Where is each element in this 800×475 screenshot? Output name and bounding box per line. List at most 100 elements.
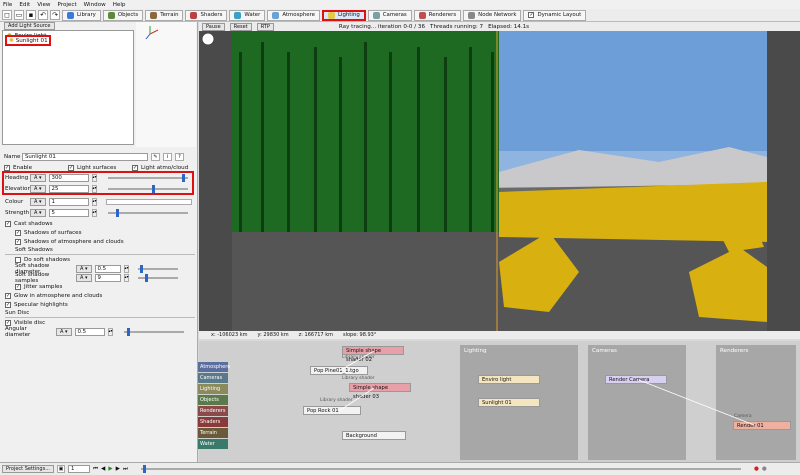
strength-slider-knob[interactable] <box>115 208 119 217</box>
dynamic-layout-checkbox[interactable]: ✓ <box>528 12 535 18</box>
angular-spin[interactable]: ▴▾ <box>107 327 113 336</box>
info-icon[interactable]: i <box>163 152 172 161</box>
colour-field[interactable]: 1 <box>48 197 89 206</box>
new-icon[interactable]: ◻ <box>2 10 12 20</box>
properties: Name Sunlight 01 ✎ i ? ✓ Enable ✓ Light su… <box>4 152 196 172</box>
menu-edit[interactable]: Edit <box>19 2 30 8</box>
light-surfaces-checkbox[interactable]: ✓ <box>68 164 74 171</box>
strength-slider[interactable] <box>107 208 188 217</box>
angular-slider[interactable] <box>123 327 184 336</box>
heading-row: Heading A ▾ 300 ▴▾ <box>5 173 191 182</box>
add-light-source-button[interactable]: Add Light Source <box>4 22 55 30</box>
heading-slider[interactable] <box>107 173 188 182</box>
name-field[interactable]: Sunlight 01 <box>22 152 148 161</box>
soft-diameter-slider[interactable] <box>137 264 178 273</box>
save-icon[interactable]: ▪ <box>26 10 36 20</box>
prev-frame-icon[interactable]: ◀ <box>101 466 105 472</box>
error-icon[interactable]: ● <box>754 466 759 472</box>
strength-mode-button[interactable]: A ▾ <box>30 208 46 217</box>
cameras-icon <box>372 11 380 19</box>
tab-cameras[interactable]: Cameras <box>367 9 412 21</box>
tab-node-network[interactable]: Node Network <box>463 9 522 21</box>
coord-x: x: -106023 km <box>211 332 248 338</box>
name-label: Name <box>4 153 21 160</box>
soft-diameter-spin[interactable]: ▴▾ <box>123 264 129 273</box>
elevation-mode-button[interactable]: A ▾ <box>30 184 46 193</box>
menu-file[interactable]: File <box>3 2 12 8</box>
light-atmo-checkbox[interactable]: ✓ <box>132 164 138 171</box>
timeline-knob[interactable] <box>143 465 147 473</box>
specular-checkbox[interactable]: ✓ <box>5 301 11 308</box>
sun-disc-heading: Sun Disc <box>5 309 195 318</box>
elevation-slider[interactable] <box>107 184 188 193</box>
heading-slider-knob[interactable] <box>181 173 185 182</box>
help-icon[interactable]: ? <box>175 152 184 161</box>
heading-mode-button[interactable]: A ▾ <box>30 173 46 182</box>
render-status: Ray tracing... iteration 0-0 / 36 <box>338 23 426 30</box>
pause-button[interactable]: Pause <box>202 22 225 31</box>
soft-samples-slider[interactable] <box>137 273 178 282</box>
heading-spin[interactable]: ▴▾ <box>91 173 97 182</box>
soft-samples-spin[interactable]: ▴▾ <box>123 273 129 282</box>
warning-icon[interactable]: ● <box>762 466 767 472</box>
glow-checkbox[interactable]: ✓ <box>5 292 11 299</box>
tab-renderers[interactable]: Renderers <box>413 9 462 21</box>
elevation-spin[interactable]: ▴▾ <box>91 184 97 193</box>
shadows-surfaces-checkbox[interactable]: ✓ <box>15 229 21 236</box>
edit-icon[interactable]: ✎ <box>151 152 160 161</box>
dynamic-layout-toggle[interactable]: ✓ Dynamic Layout <box>523 9 587 21</box>
tab-library[interactable]: Library <box>62 9 101 21</box>
soft-diameter-field[interactable]: 0.5 <box>94 264 121 273</box>
colour-swatch[interactable] <box>105 198 192 205</box>
menu-help[interactable]: Help <box>113 2 126 8</box>
sun-icon: ✺ <box>9 37 14 44</box>
frame-field[interactable]: 1 <box>67 465 90 473</box>
tree-item-sunlight-01[interactable]: ✺ Sunlight 01 <box>5 35 51 46</box>
tab-terrain[interactable]: Terrain <box>145 9 184 21</box>
menu-project[interactable]: Project <box>58 2 77 8</box>
strength-field[interactable]: 5 <box>48 208 89 217</box>
project-settings-button[interactable]: Project Settings... <box>2 465 54 473</box>
next-frame-icon[interactable]: ▶ <box>116 466 120 472</box>
angular-mode-button[interactable]: A ▾ <box>56 327 72 336</box>
undo-icon[interactable]: ↶ <box>38 10 48 20</box>
first-frame-icon[interactable]: ⏮ <box>93 466 98 473</box>
rtp-button[interactable]: RTP <box>256 22 274 31</box>
colour-mode-button[interactable]: A ▾ <box>30 197 46 206</box>
elevation-slider-knob[interactable] <box>152 184 156 193</box>
cast-shadows-checkbox[interactable]: ✓ <box>5 220 11 227</box>
water-icon <box>234 11 242 19</box>
reset-button[interactable]: Reset <box>229 22 252 31</box>
tab-shaders[interactable]: Shaders <box>185 9 228 21</box>
last-frame-icon[interactable]: ⏭ <box>123 466 128 473</box>
tab-atmosphere[interactable]: Atmosphere <box>267 9 320 21</box>
timeline-slider[interactable] <box>141 465 742 473</box>
render-viewport[interactable] <box>199 22 800 331</box>
tab-lighting[interactable]: Lighting <box>321 9 366 21</box>
menu-window[interactable]: Window <box>84 2 106 8</box>
enable-checkbox[interactable]: ✓ <box>4 164 10 171</box>
soft-diameter-slider-knob[interactable] <box>139 264 143 273</box>
angular-field[interactable]: 0.5 <box>74 327 105 336</box>
tab-water[interactable]: Water <box>229 9 266 21</box>
coordinate-bar: x: -106023 km y: 29830 km z: 166717 km s… <box>199 331 800 339</box>
elevation-field[interactable]: 25 <box>48 184 89 193</box>
main-toolbar: ◻ ▭ ▪ ↶ ↷ Library Objects Terrain Shader… <box>0 9 800 22</box>
play-icon[interactable]: ▶ <box>108 466 112 472</box>
heading-field[interactable]: 300 <box>48 173 89 182</box>
coord-y: y: 29830 km <box>257 332 289 338</box>
open-icon[interactable]: ▭ <box>14 10 24 20</box>
menu-view[interactable]: View <box>37 2 50 8</box>
jitter-checkbox[interactable]: ✓ <box>15 283 21 290</box>
strength-spin[interactable]: ▴▾ <box>91 208 97 217</box>
colour-spin[interactable]: ▴▾ <box>91 197 97 206</box>
soft-samples-mode-button[interactable]: A ▾ <box>76 273 92 282</box>
soft-samples-slider-knob[interactable] <box>144 273 148 282</box>
shadows-atmo-checkbox[interactable]: ✓ <box>15 238 21 245</box>
redo-icon[interactable]: ↷ <box>50 10 60 20</box>
tab-objects[interactable]: Objects <box>102 9 144 21</box>
soft-diameter-mode-button[interactable]: A ▾ <box>76 264 92 273</box>
node-connections <box>338 350 755 426</box>
angular-slider-knob[interactable] <box>126 327 130 336</box>
soft-samples-field[interactable]: 9 <box>94 273 121 282</box>
